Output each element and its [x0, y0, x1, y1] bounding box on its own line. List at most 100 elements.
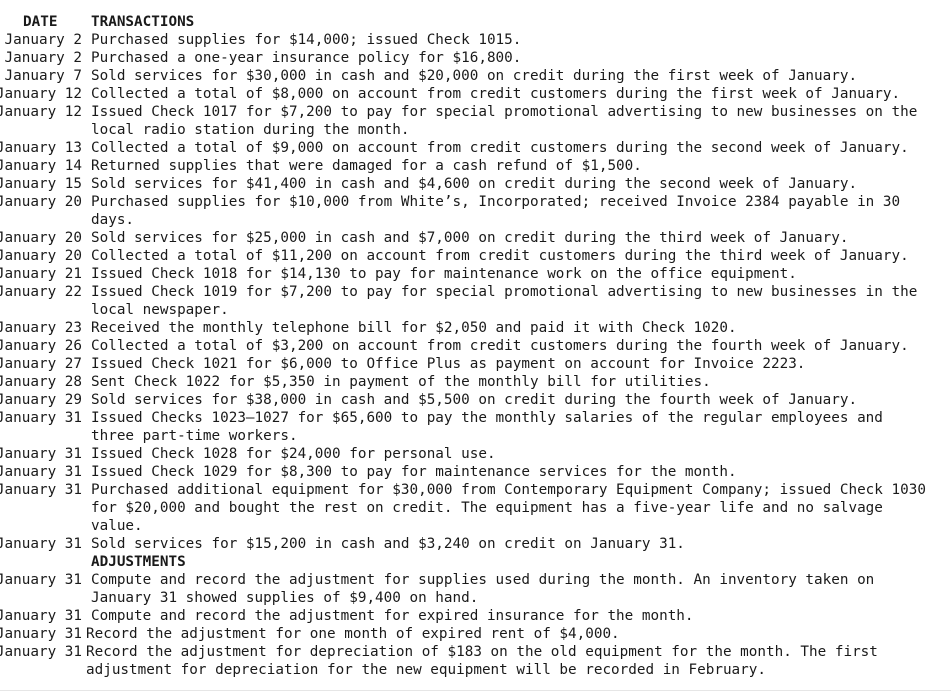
transaction-description: Purchased supplies for $14,000; issued C… — [91, 32, 522, 48]
transaction-date: January 7 — [4, 68, 82, 84]
adjustment-row-continuation: January 31 showed supplies of $9,400 on … — [0, 589, 951, 607]
transaction-description: Purchased supplies for $10,000 from Whit… — [91, 194, 901, 210]
transaction-row: January 31 Issued Check 1028 for $24,000 … — [0, 445, 951, 463]
transaction-description: Received the monthly telephone bill for … — [91, 320, 737, 336]
adjustment-row: January 31 Compute and record the adjustm… — [0, 607, 951, 625]
transaction-description: Collected a total of $9,000 on account f… — [91, 140, 909, 156]
transaction-date: January 2 — [4, 32, 82, 48]
transaction-date: January 31 — [0, 464, 82, 480]
transaction-description: Collected a total of $3,200 on account f… — [91, 338, 909, 354]
adjustment-row: January 31 Record the adjustment for depr… — [0, 643, 951, 661]
transaction-description: Collected a total of $11,200 on account … — [91, 248, 909, 264]
transaction-date: January 31 — [0, 482, 82, 498]
transaction-row: January 2 Purchased a one-year insurance … — [0, 49, 951, 67]
transaction-date: January 28 — [0, 374, 82, 390]
transaction-row: January 20 Collected a total of $11,200 o… — [0, 247, 951, 265]
transaction-date: January 15 — [0, 176, 82, 192]
transaction-description: Issued Checks 1023–1027 for $65,600 to p… — [91, 410, 883, 426]
transactions-header: TRANSACTIONS — [91, 14, 195, 30]
transaction-date: January 12 — [0, 86, 82, 102]
transaction-description: for $20,000 and bought the rest on credi… — [91, 500, 883, 516]
transaction-row: January 23 Received the monthly telephone… — [0, 319, 951, 337]
adjustment-date: January 31 — [0, 572, 82, 588]
transaction-date: January 20 — [0, 230, 82, 246]
transaction-description: Issued Check 1019 for $7,200 to pay for … — [91, 284, 918, 300]
transaction-description: Sold services for $15,200 in cash and $3… — [91, 536, 685, 552]
adjustment-date: January 31 — [0, 644, 82, 660]
transaction-row: January 20 Purchased supplies for $10,000… — [0, 193, 951, 211]
transaction-date: January 14 — [0, 158, 82, 174]
transaction-date: January 23 — [0, 320, 82, 336]
transaction-row: January 31 Purchased additional equipment… — [0, 481, 951, 499]
transaction-row: January 12 Collected a total of $8,000 on… — [0, 85, 951, 103]
transaction-row-continuation: days. — [0, 211, 951, 229]
transaction-description: value. — [91, 518, 143, 534]
transaction-row: January 26 Collected a total of $3,200 on… — [0, 337, 951, 355]
transaction-description: Issued Check 1029 for $8,300 to pay for … — [91, 464, 737, 480]
transaction-row-continuation: local radio station during the month. — [0, 121, 951, 139]
transaction-row: January 31 Issued Checks 1023–1027 for $6… — [0, 409, 951, 427]
adjustment-date: January 31 — [0, 626, 82, 642]
transaction-description: days. — [91, 212, 135, 228]
transaction-description: Sold services for $38,000 in cash and $5… — [91, 392, 858, 408]
transaction-description: Issued Check 1028 for $24,000 for person… — [91, 446, 496, 462]
transaction-date: January 22 — [0, 284, 82, 300]
adjustment-row: January 31 Record the adjustment for one … — [0, 625, 951, 643]
transaction-date: January 27 — [0, 356, 82, 372]
transaction-description: three part-time workers. — [91, 428, 298, 444]
adjustment-description: Record the adjustment for depreciation o… — [86, 644, 878, 660]
transaction-date: January 26 — [0, 338, 82, 354]
transaction-date: January 12 — [0, 104, 82, 120]
transaction-description: Sold services for $30,000 in cash and $2… — [91, 68, 858, 84]
transaction-description: Purchased a one-year insurance policy fo… — [91, 50, 522, 66]
transaction-description: Issued Check 1021 for $6,000 to Office P… — [91, 356, 806, 372]
adjustment-row: January 31 Compute and record the adjustm… — [0, 571, 951, 589]
transaction-description: Sold services for $25,000 in cash and $7… — [91, 230, 849, 246]
header-row: DATE TRANSACTIONS — [0, 13, 951, 31]
transaction-description: Issued Check 1018 for $14,130 to pay for… — [91, 266, 797, 282]
transaction-row: January 14 Returned supplies that were da… — [0, 157, 951, 175]
transaction-row: January 27 Issued Check 1021 for $6,000 t… — [0, 355, 951, 373]
adjustment-description: Compute and record the adjustment for ex… — [91, 608, 694, 624]
transaction-row: January 20 Sold services for $25,000 in c… — [0, 229, 951, 247]
adjustment-description: Record the adjustment for one month of e… — [86, 626, 620, 642]
transaction-description: Sent Check 1022 for $5,350 in payment of… — [91, 374, 711, 390]
transaction-date: January 29 — [0, 392, 82, 408]
transaction-description: local newspaper. — [91, 302, 229, 318]
adjustment-description: Compute and record the adjustment for su… — [91, 572, 875, 588]
adjustment-description: adjustment for depreciation for the new … — [86, 662, 766, 678]
transaction-row: January 31 Issued Check 1029 for $8,300 t… — [0, 463, 951, 481]
transaction-date: January 20 — [0, 248, 82, 264]
transaction-row: January 12 Issued Check 1017 for $7,200 t… — [0, 103, 951, 121]
adjustment-date: January 31 — [0, 608, 82, 624]
transaction-row: January 28 Sent Check 1022 for $5,350 in … — [0, 373, 951, 391]
transaction-row: January 2 Purchased supplies for $14,000;… — [0, 31, 951, 49]
transaction-row-continuation: three part-time workers. — [0, 427, 951, 445]
transaction-date: January 2 — [4, 50, 82, 66]
transaction-date: January 21 — [0, 266, 82, 282]
adjustments-header: ADJUSTMENTS — [91, 554, 186, 570]
transaction-description: local radio station during the month. — [91, 122, 410, 138]
transaction-row: January 7 Sold services for $30,000 in ca… — [0, 67, 951, 85]
transaction-row: January 21 Issued Check 1018 for $14,130 … — [0, 265, 951, 283]
transaction-row-continuation: local newspaper. — [0, 301, 951, 319]
transaction-row: January 13 Collected a total of $9,000 on… — [0, 139, 951, 157]
adjustment-row-continuation: adjustment for depreciation for the new … — [0, 661, 951, 679]
transaction-row: January 15 Sold services for $41,400 in c… — [0, 175, 951, 193]
transaction-date: January 31 — [0, 536, 82, 552]
transaction-row-continuation: for $20,000 and bought the rest on credi… — [0, 499, 951, 517]
transaction-description: Sold services for $41,400 in cash and $4… — [91, 176, 858, 192]
date-header: DATE — [23, 14, 58, 30]
transaction-row-continuation: value. — [0, 517, 951, 535]
transaction-date: January 31 — [0, 410, 82, 426]
adjustment-description: January 31 showed supplies of $9,400 on … — [91, 590, 479, 606]
transaction-row: January 29 Sold services for $38,000 in c… — [0, 391, 951, 409]
transaction-row: January 31 Sold services for $15,200 in c… — [0, 535, 951, 553]
transaction-description: Purchased additional equipment for $30,0… — [91, 482, 926, 498]
transaction-description: Returned supplies that were damaged for … — [91, 158, 642, 174]
transaction-row: January 22 Issued Check 1019 for $7,200 t… — [0, 283, 951, 301]
transaction-date: January 20 — [0, 194, 82, 210]
transaction-description: Collected a total of $8,000 on account f… — [91, 86, 901, 102]
adjustments-header-row: ADJUSTMENTS — [0, 553, 951, 571]
transaction-date: January 31 — [0, 446, 82, 462]
